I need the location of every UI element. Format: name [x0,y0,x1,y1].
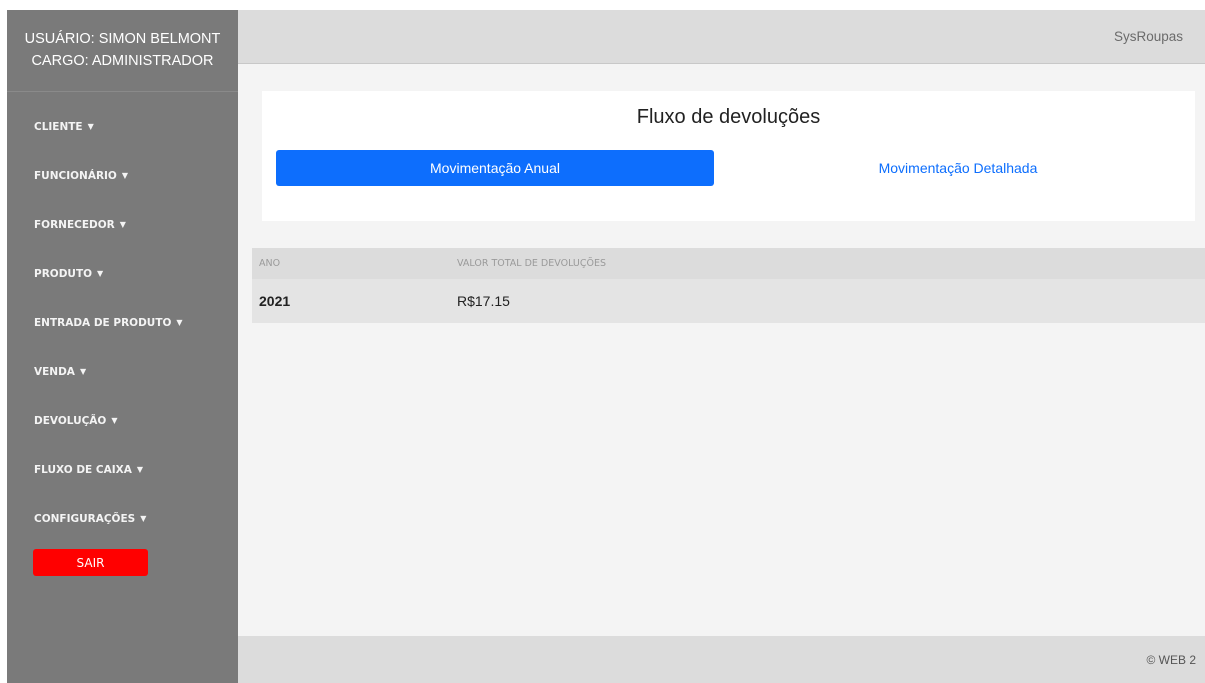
menu-item-configuracoes[interactable]: CONFIGURAÇÕES ▼ [7,494,238,543]
sidebar: USUÁRIO: SIMON BELMONT CARGO: ADMINISTRA… [7,10,238,683]
brand-link[interactable]: SysRoupas [1114,29,1183,44]
logout-button[interactable]: SAIR [33,549,148,576]
caret-down-icon: ▼ [79,367,87,376]
user-name: USUÁRIO: SIMON BELMONT [24,31,221,47]
menu-item-label: DEVOLUÇÃO [34,414,107,427]
page-title: Fluxo de devoluções [636,106,821,128]
report-card: Fluxo de devoluções Movimentação Anual M… [262,91,1195,221]
table-row: 2021 R$17.15 [252,279,1205,323]
caret-down-icon: ▼ [136,465,143,474]
menu-item-label: VENDA [34,365,75,378]
menu-item-venda[interactable]: VENDA ▼ [7,347,238,396]
caret-down-icon: ▼ [121,171,129,180]
main-content: SysRoupas Fluxo de devoluções Movimentaç… [238,10,1205,683]
caret-down-icon: ▼ [119,220,126,229]
menu-item-label: FLUXO DE CAIXA [34,463,132,476]
cell-valor: R$17.15 [457,293,510,309]
menu-item-cliente[interactable]: CLIENTE ▼ [7,102,238,151]
menu-item-label: FORNECEDOR [34,218,115,231]
menu-item-label: ENTRADA DE PRODUTO [34,316,172,329]
column-header-ano: ANO [259,258,281,269]
menu-item-fornecedor[interactable]: FORNECEDOR ▼ [7,200,238,249]
menu-item-label: CONFIGURAÇÕES [34,512,136,525]
menu-item-label: CLIENTE [34,120,83,133]
footer-copyright: © WEB 2 [1146,652,1196,667]
caret-down-icon: ▼ [87,122,94,131]
top-bar: SysRoupas [238,10,1205,64]
table-header: ANO VALOR TOTAL DE DEVOLUÇÕES [252,248,1205,279]
caret-down-icon: ▼ [111,416,118,425]
menu-item-label: FUNCIONÁRIO [34,169,117,182]
user-info: USUÁRIO: SIMON BELMONT CARGO: ADMINISTRA… [7,10,238,92]
caret-down-icon: ▼ [97,269,104,278]
cell-ano: 2021 [259,293,291,309]
app-frame: USUÁRIO: SIMON BELMONT CARGO: ADMINISTRA… [7,10,1205,683]
caret-down-icon: ▼ [176,318,183,327]
sidebar-menu: CLIENTE ▼ FUNCIONÁRIO ▼ FORNECEDOR ▼ PRODUT… [7,102,238,543]
tab-movimentacao-detalhada[interactable]: Movimentação Detalhada [739,150,1177,186]
menu-item-entrada-produto[interactable]: ENTRADA DE PRODUTO ▼ [7,298,238,347]
menu-item-fluxo-caixa[interactable]: FLUXO DE CAIXA ▼ [7,445,238,494]
tab-movimentacao-anual[interactable]: Movimentação Anual [276,150,714,186]
caret-down-icon: ▼ [140,514,147,523]
footer: © WEB 2 [238,636,1205,683]
returns-table: ANO VALOR TOTAL DE DEVOLUÇÕES 2021 R$17.… [252,248,1205,323]
column-header-valor: VALOR TOTAL DE DEVOLUÇÕES [457,258,606,269]
menu-item-produto[interactable]: PRODUTO ▼ [7,249,238,298]
menu-item-label: PRODUTO [34,267,93,280]
menu-item-funcionario[interactable]: FUNCIONÁRIO ▼ [7,151,238,200]
menu-item-devolucao[interactable]: DEVOLUÇÃO ▼ [7,396,238,445]
user-role: CARGO: ADMINISTRADOR [31,53,214,69]
